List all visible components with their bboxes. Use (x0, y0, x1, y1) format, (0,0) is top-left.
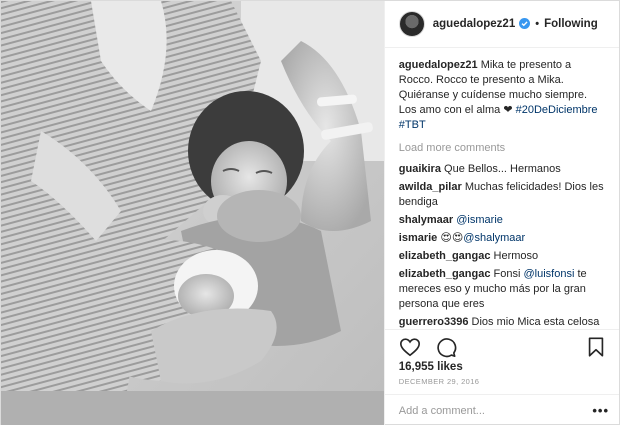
comment-username[interactable]: awilda_pilar (399, 181, 462, 193)
following-button[interactable]: Following (544, 18, 598, 30)
comments-list: aguedalopez21 Mika te presento a Rocco. … (385, 48, 619, 329)
more-options-icon[interactable]: ••• (592, 403, 609, 418)
bookmark-icon[interactable] (585, 336, 607, 358)
mention-link[interactable]: @shalymaar (463, 232, 525, 244)
add-comment-input[interactable]: Add a comment... (399, 405, 593, 417)
mention-link[interactable]: @ismarie (456, 214, 503, 226)
mention-link[interactable]: @luisfonsi (524, 268, 575, 280)
likes-count[interactable]: 16,955 likes (385, 359, 619, 373)
header-separator: • (535, 17, 540, 30)
instagram-post: aguedalopez21 • Following aguedalopez21 … (0, 0, 620, 425)
post-photo[interactable] (1, 1, 384, 425)
comment-username[interactable]: shalymaar (399, 214, 453, 226)
comment-username[interactable]: elizabeth_gangac (399, 268, 491, 280)
hashtag-link[interactable]: #TBT (399, 119, 426, 131)
post-date: DECEMBER 29, 2016 (398, 377, 480, 387)
comment-username[interactable]: elizabeth_gangac (399, 250, 491, 262)
heart-icon[interactable] (399, 336, 421, 358)
comment-item: awilda_pilar Muchas felicidades! Dios le… (399, 180, 607, 210)
caption: aguedalopez21 Mika te presento a Rocco. … (399, 58, 607, 133)
comment-text: Hermoso (493, 249, 539, 262)
add-comment-bar: Add a comment... ••• (384, 394, 619, 425)
comment-item: shalymaar @ismarie (399, 213, 607, 228)
comment-item: elizabeth_gangac Hermoso (399, 249, 607, 264)
header-username[interactable]: aguedalopez21 (433, 18, 515, 30)
post-sidebar: aguedalopez21 • Following aguedalopez21 … (383, 1, 619, 425)
hashtag-link[interactable]: #20DeDiciembre (516, 104, 598, 116)
load-more-comments-link[interactable]: Load more comments (399, 141, 607, 156)
comment-text: Que Bellos... Hermanos (444, 162, 561, 175)
comment-username[interactable]: guerrero3396 (399, 316, 469, 328)
avatar[interactable] (398, 10, 425, 37)
comment-item: guaikira Que Bellos... Hermanos (399, 162, 607, 177)
caption-username[interactable]: aguedalopez21 (399, 59, 478, 71)
post-header: aguedalopez21 • Following (384, 1, 619, 48)
comment-prefix: Fonsi (493, 267, 521, 280)
action-bar (384, 328, 619, 359)
comment-username[interactable]: guaikira (399, 163, 441, 175)
comment-emoji: 😍😍 (440, 231, 464, 244)
photo-illustration (1, 1, 384, 425)
comment-item: ismarie 😍😍@shalymaar (399, 231, 607, 246)
comment-item: elizabeth_gangac Fonsi @luisfonsi te mer… (399, 267, 607, 312)
verified-badge-icon (519, 18, 531, 30)
comment-icon[interactable] (435, 336, 457, 358)
comment-item: guerrero3396 Dios mio Mica esta celosa c… (399, 315, 607, 329)
comment-username[interactable]: ismarie (399, 232, 438, 244)
